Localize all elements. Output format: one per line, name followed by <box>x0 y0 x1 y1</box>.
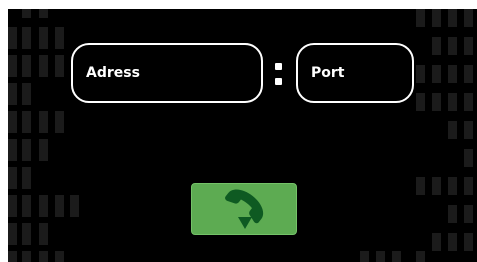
separator-dot-bottom <box>275 78 282 85</box>
port-placeholder: Port <box>311 65 345 81</box>
call-button[interactable] <box>191 183 297 235</box>
screen: Adress Port <box>8 9 477 262</box>
address-placeholder: Adress <box>86 65 140 81</box>
separator-dot-top <box>275 63 282 70</box>
address-input[interactable]: Adress <box>71 43 263 103</box>
phone-hangup-icon <box>225 189 264 229</box>
address-port-separator <box>275 61 283 87</box>
port-input[interactable]: Port <box>296 43 414 103</box>
